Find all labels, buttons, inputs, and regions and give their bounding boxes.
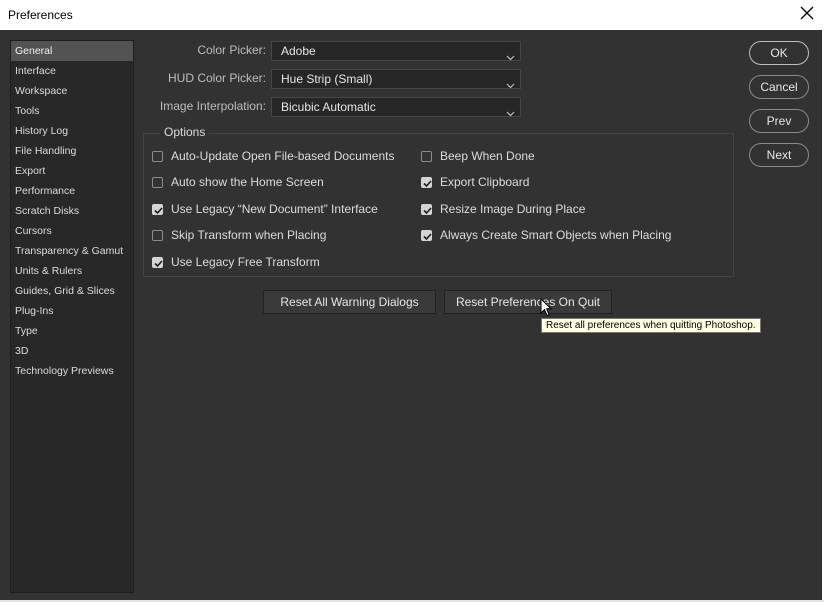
reset-warning-dialogs-button[interactable]: Reset All Warning Dialogs [263,290,436,314]
checkbox-use-legacy-new-document[interactable]: Use Legacy “New Document” Interface [152,201,378,217]
checkbox-checked[interactable] [152,256,163,268]
hud-color-picker-select[interactable]: Hue Strip (Small) [271,69,521,89]
checkbox-skip-transform-placing[interactable]: Skip Transform when Placing [152,227,326,243]
chevron-down-icon [506,76,515,94]
sidebar-item-cursors[interactable]: Cursors [11,221,133,241]
chevron-down-icon [506,48,515,66]
checkbox-label: Always Create Smart Objects when Placing [440,228,672,242]
sidebar-item-history-log[interactable]: History Log [11,121,133,141]
sidebar-item-type[interactable]: Type [11,321,133,341]
checkbox-label: Use Legacy Free Transform [171,255,320,269]
next-button[interactable]: Next [749,143,809,167]
sidebar-item-3d[interactable]: 3D [11,341,133,361]
sidebar-item-general[interactable]: General [11,41,133,61]
image-interpolation-value: Bicubic Automatic [281,100,376,114]
preferences-sidebar: General Interface Workspace Tools Histor… [10,40,134,593]
sidebar-item-export[interactable]: Export [11,161,133,181]
checkbox-checked[interactable] [152,203,163,215]
image-interpolation-label: Image Interpolation: [159,99,266,113]
sidebar-item-units-rulers[interactable]: Units & Rulers [11,261,133,281]
color-picker-select[interactable]: Adobe [271,41,521,61]
color-picker-label: Color Picker: [197,43,266,57]
sidebar-item-tools[interactable]: Tools [11,101,133,121]
sidebar-item-workspace[interactable]: Workspace [11,81,133,101]
hud-color-picker-label: HUD Color Picker: [167,71,266,85]
checkbox-resize-image-during-place[interactable]: Resize Image During Place [421,201,585,217]
checkbox-label: Export Clipboard [440,175,530,189]
checkbox-label: Skip Transform when Placing [171,228,327,242]
checkbox-label: Beep When Done [440,149,535,163]
close-icon[interactable] [800,6,814,20]
checkbox-label: Resize Image During Place [440,202,586,216]
options-title: Options [160,125,210,139]
checkbox-checked[interactable] [421,229,432,241]
checkbox-always-create-smart-objects[interactable]: Always Create Smart Objects when Placing [421,227,671,243]
checkbox-unchecked[interactable] [152,229,163,241]
cancel-button[interactable]: Cancel [749,75,809,99]
mouse-pointer-icon [540,297,553,320]
checkbox-checked[interactable] [421,203,432,215]
checkbox-label: Use Legacy “New Document” Interface [171,202,378,216]
dialog-body: General Interface Workspace Tools Histor… [0,30,822,600]
checkbox-label: Auto-Update Open File-based Documents [171,149,395,163]
color-picker-value: Adobe [281,44,316,58]
checkbox-unchecked[interactable] [152,176,163,188]
hud-color-picker-value: Hue Strip (Small) [281,72,373,86]
checkbox-unchecked[interactable] [421,150,432,162]
chevron-down-icon [506,104,515,122]
tooltip: Reset all preferences when quitting Phot… [541,318,761,333]
checkbox-export-clipboard[interactable]: Export Clipboard [421,174,529,190]
sidebar-item-scratch-disks[interactable]: Scratch Disks [11,201,133,221]
checkbox-label: Auto show the Home Screen [171,175,324,189]
sidebar-item-technology-previews[interactable]: Technology Previews [11,361,133,381]
sidebar-item-plug-ins[interactable]: Plug-Ins [11,301,133,321]
checkbox-auto-update-open-documents[interactable]: Auto-Update Open File-based Documents [152,148,394,164]
prev-button[interactable]: Prev [749,109,809,133]
image-interpolation-select[interactable]: Bicubic Automatic [271,97,521,117]
checkbox-auto-show-home-screen[interactable]: Auto show the Home Screen [152,174,324,190]
window-title: Preferences [8,8,73,22]
sidebar-item-file-handling[interactable]: File Handling [11,141,133,161]
sidebar-item-guides-grid-slices[interactable]: Guides, Grid & Slices [11,281,133,301]
title-bar: Preferences [0,0,824,30]
reset-preferences-on-quit-button[interactable]: Reset Preferences On Quit [444,290,612,314]
sidebar-item-performance[interactable]: Performance [11,181,133,201]
checkbox-unchecked[interactable] [152,150,163,162]
sidebar-item-interface[interactable]: Interface [11,61,133,81]
checkbox-beep-when-done[interactable]: Beep When Done [421,148,535,164]
ok-button[interactable]: OK [749,41,809,65]
sidebar-item-transparency-gamut[interactable]: Transparency & Gamut [11,241,133,261]
checkbox-checked[interactable] [421,176,432,188]
checkbox-use-legacy-free-transform[interactable]: Use Legacy Free Transform [152,254,320,270]
